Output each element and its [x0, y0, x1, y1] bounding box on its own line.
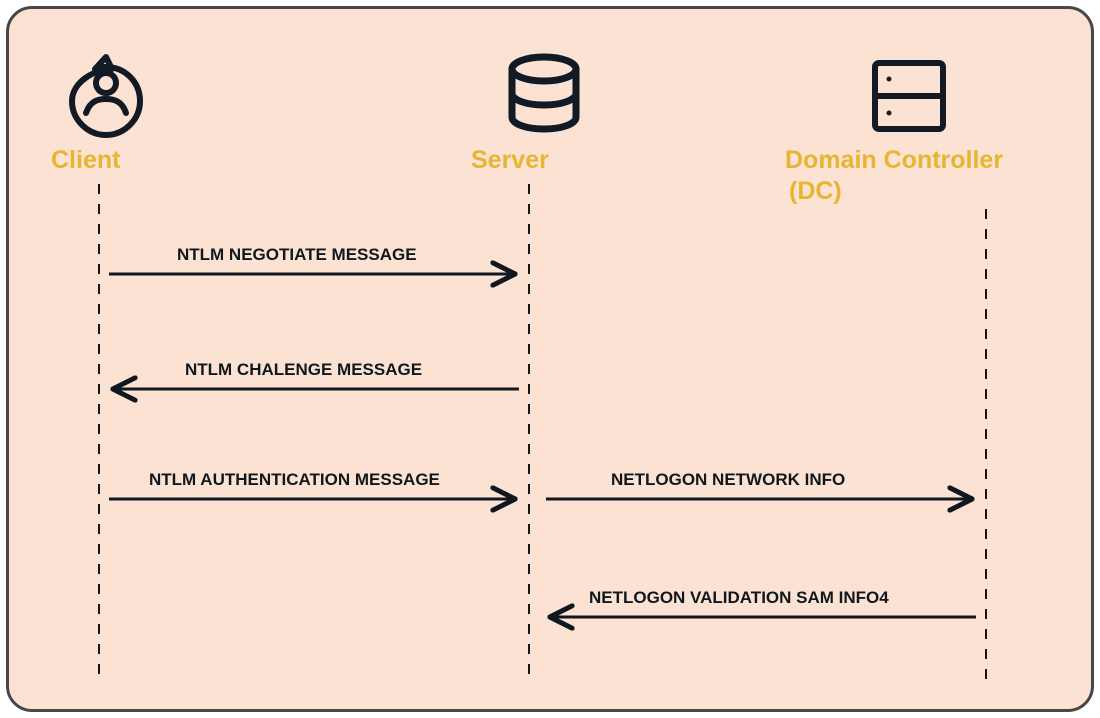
server-icon — [512, 57, 576, 129]
dc-label-line1: Domain Controller — [785, 146, 1003, 174]
client-icon — [72, 57, 140, 135]
msg-negotiate: NTLM NEGOTIATE MESSAGE — [177, 245, 417, 265]
client-label: Client — [51, 145, 120, 176]
server-label: Server — [471, 145, 549, 176]
msg-netlogon-validation: NETLOGON VALIDATION SAM INFO4 — [589, 588, 889, 608]
dc-label-line2: (DC) — [785, 177, 842, 205]
dc-icon — [875, 63, 943, 129]
diagram-card: Client Server Domain Controller (DC) NTL… — [6, 6, 1094, 712]
diagram-svg — [9, 9, 1097, 715]
dc-label: Domain Controller (DC) — [785, 145, 1045, 208]
msg-challenge: NTLM CHALENGE MESSAGE — [185, 360, 422, 380]
msg-netlogon-info: NETLOGON NETWORK INFO — [611, 470, 845, 490]
msg-authentication: NTLM AUTHENTICATION MESSAGE — [149, 470, 440, 490]
